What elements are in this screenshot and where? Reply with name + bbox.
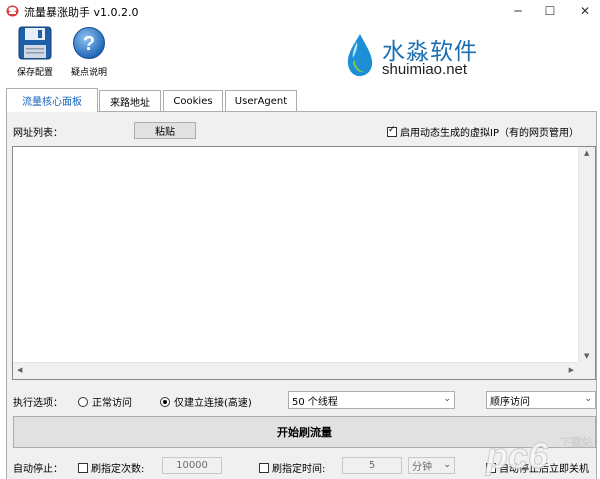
- scrollbar-corner: [578, 362, 595, 379]
- url-list-textarea[interactable]: ▲ ▼ ◀ ▶: [12, 146, 596, 380]
- save-config-label: 保存配置: [16, 68, 53, 78]
- time-unit-select[interactable]: 分钟 ⌄: [408, 457, 455, 474]
- count-limit-checkbox[interactable]: [78, 462, 88, 473]
- brand-logo: 水淼软件 shuimiao.net: [345, 32, 495, 80]
- fast-connect-label: 仅建立连接(高速): [174, 398, 252, 409]
- save-config-button[interactable]: 保存配置: [12, 26, 58, 86]
- tab-cookies[interactable]: Cookies: [163, 90, 223, 111]
- svg-text:下载站: 下载站: [560, 435, 593, 449]
- question-mark-icon: ?: [73, 27, 105, 59]
- time-unit-value: 分钟: [412, 462, 432, 473]
- url-list-label: 网址列表：: [13, 128, 63, 139]
- paste-button[interactable]: 粘贴: [134, 122, 196, 139]
- order-select[interactable]: 顺序访问 ⌄: [486, 391, 596, 409]
- exec-options-label: 执行选项：: [13, 398, 63, 409]
- tab-useragent[interactable]: UserAgent: [225, 90, 297, 111]
- normal-access-radio[interactable]: [78, 396, 88, 407]
- tab-strip: 流量核心面板 来路地址 Cookies UserAgent: [6, 88, 596, 112]
- tab-referrer[interactable]: 来路地址: [99, 90, 161, 111]
- time-limit-label: 刷指定时间:: [272, 464, 326, 475]
- count-limit-input[interactable]: 10000: [162, 457, 222, 474]
- virtual-ip-checkbox[interactable]: [387, 125, 397, 137]
- help-label: 疑点说明: [70, 68, 107, 78]
- title-bar: 流量暴涨助手 v1.0.2.0 ─ ☐ ✕: [0, 0, 600, 22]
- auto-stop-label: 自动停止：: [13, 464, 63, 475]
- help-button[interactable]: ? 疑点说明: [66, 26, 112, 86]
- chevron-down-icon: ⌄: [584, 394, 592, 404]
- close-button[interactable]: ✕: [562, 0, 600, 22]
- pc6-watermark-logo: pc6 下载站: [485, 435, 594, 477]
- time-limit-checkbox[interactable]: [259, 462, 269, 473]
- app-icon: [6, 5, 19, 17]
- normal-access-option[interactable]: 正常访问: [78, 394, 132, 409]
- fast-connect-option[interactable]: 仅建立连接(高速): [160, 394, 252, 409]
- count-limit-option[interactable]: 刷指定次数:: [78, 460, 144, 475]
- virtual-ip-option[interactable]: 启用动态生成的虚拟IP（有的网页管用）: [387, 124, 579, 139]
- horizontal-scrollbar[interactable]: ◀ ▶: [13, 362, 578, 379]
- normal-access-label: 正常访问: [92, 398, 132, 409]
- scroll-left-icon[interactable]: ◀: [17, 366, 22, 374]
- vertical-scrollbar[interactable]: ▲ ▼: [578, 147, 595, 362]
- fast-connect-radio[interactable]: [160, 396, 170, 407]
- svg-text:?: ?: [83, 33, 95, 55]
- scroll-up-icon[interactable]: ▲: [584, 149, 589, 157]
- floppy-disk-icon: [18, 26, 52, 60]
- virtual-ip-label: 启用动态生成的虚拟IP（有的网页管用）: [400, 128, 579, 139]
- scroll-right-icon[interactable]: ▶: [569, 366, 574, 374]
- time-limit-option[interactable]: 刷指定时间:: [259, 460, 325, 475]
- threads-value: 50 个线程: [292, 396, 338, 408]
- svg-text:pc6: pc6: [485, 435, 549, 476]
- scroll-down-icon[interactable]: ▼: [584, 352, 589, 360]
- chevron-down-icon: ⌄: [443, 460, 451, 470]
- tab-core-panel[interactable]: 流量核心面板: [6, 88, 98, 112]
- time-limit-input[interactable]: 5: [342, 457, 402, 474]
- water-drop-icon: [347, 34, 373, 77]
- count-limit-label: 刷指定次数:: [91, 464, 145, 475]
- chevron-down-icon: ⌄: [443, 394, 451, 404]
- logo-domain-text: shuimiao.net: [382, 61, 468, 78]
- window-title: 流量暴涨助手 v1.0.2.0: [24, 6, 139, 19]
- threads-select[interactable]: 50 个线程 ⌄: [288, 391, 455, 409]
- order-value: 顺序访问: [490, 396, 530, 408]
- toolbar: 保存配置 ? 疑点说明: [0, 22, 600, 88]
